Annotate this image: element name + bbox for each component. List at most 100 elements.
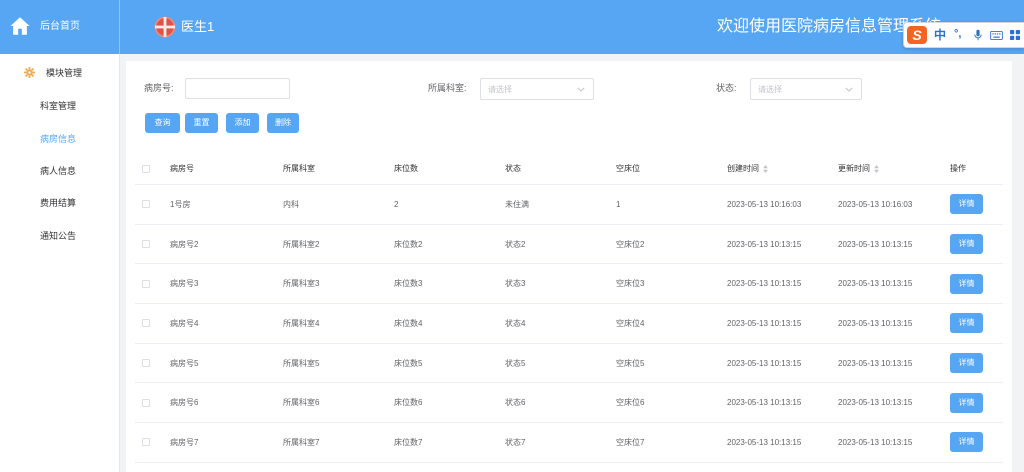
cell-free-beds: 空床位4 — [616, 318, 645, 328]
cell-room-no: 病房号5 — [170, 358, 199, 368]
cell-updated-time: 2023-05-13 10:13:15 — [838, 239, 913, 249]
delete-button[interactable]: 删除 — [267, 113, 299, 133]
cell-updated-time: 2023-05-13 10:13:15 — [838, 318, 913, 328]
reset-button[interactable]: 重置 — [185, 113, 218, 133]
cell-status: 状态4 — [505, 318, 526, 328]
table-row: 病房号2 所属科室2 床位数2 状态2 空床位2 2023-05-13 10:13:15 2… — [135, 225, 1003, 265]
action-cell: 详情 — [942, 344, 1003, 383]
sidebar-item-department[interactable]: 科室管理 — [0, 94, 119, 118]
cell-bed-count: 床位数5 — [394, 358, 423, 368]
search-button[interactable]: 查询 — [145, 113, 180, 133]
detail-button[interactable]: 详情 — [950, 353, 983, 374]
ime-punctuation-toggle[interactable]: °, — [954, 27, 961, 41]
sort-icon[interactable] — [763, 164, 768, 173]
checkbox-cell — [135, 304, 163, 343]
cell-room-no: 病房号2 — [170, 239, 199, 249]
cell-bed-count: 2 — [394, 199, 399, 209]
column-header-label: 床位数 — [394, 164, 418, 173]
checkbox-cell — [135, 185, 163, 224]
row-checkbox[interactable] — [142, 240, 150, 249]
cell-department: 所属科室4 — [283, 318, 320, 328]
cell-created-time: 2023-05-13 10:13:15 — [727, 279, 802, 289]
cell-created-time: 2023-05-13 10:13:15 — [727, 358, 802, 368]
cell-room-no: 病房号7 — [170, 437, 199, 447]
table-row: 1号房 内科 2 未住满 1 2023-05-13 10:16:03 2023-05-13 … — [135, 185, 1003, 225]
cell-updated-time: 2023-05-13 10:16:03 — [838, 199, 913, 209]
sort-icon[interactable] — [874, 164, 879, 173]
sidebar-item-ward-info[interactable]: 病房信息 — [0, 127, 119, 151]
table-row: 病房号4 所属科室4 床位数4 状态4 空床位4 2023-05-13 10:13:15 2… — [135, 304, 1003, 344]
cell-free-beds: 空床位3 — [616, 279, 645, 289]
user-name: 医生1 — [181, 19, 215, 34]
column-header-updated-time[interactable]: 更新时间 — [831, 153, 942, 184]
cell-updated-time: 2023-05-13 10:13:15 — [838, 398, 913, 408]
add-button[interactable]: 添加 — [226, 113, 259, 133]
column-header-label: 更新时间 — [838, 164, 870, 173]
column-header-created-time[interactable]: 创建时间 — [720, 153, 831, 184]
row-checkbox[interactable] — [142, 279, 150, 288]
column-header-room-no: 病房号 — [163, 153, 276, 184]
cell-created-time: 2023-05-13 10:16:03 — [727, 199, 802, 209]
cell-department: 所属科室7 — [283, 437, 320, 447]
sidebar-item-label: 通知公告 — [40, 231, 77, 241]
sidebar-item-notice[interactable]: 通知公告 — [0, 224, 119, 248]
room-no-label: 病房号: — [144, 83, 174, 93]
column-header-bed-count: 床位数 — [387, 153, 498, 184]
sidebar-item-billing[interactable]: 费用结算 — [0, 191, 119, 215]
ime-toolbar[interactable]: S 中 °, — [903, 22, 1024, 48]
detail-button[interactable]: 详情 — [950, 273, 983, 294]
detail-button[interactable]: 详情 — [950, 234, 983, 255]
cell-free-beds: 空床位7 — [616, 437, 645, 447]
checkbox-cell — [135, 264, 163, 303]
sidebar-group-label: 模块管理 — [46, 68, 83, 78]
sidebar: 模块管理 科室管理 病房信息 病人信息 费用结算 通知公告 — [0, 54, 120, 472]
checkbox-cell — [135, 383, 163, 422]
cell-room-no: 病房号6 — [170, 398, 199, 408]
sidebar-item-patient-info[interactable]: 病人信息 — [0, 159, 119, 183]
home-link-label: 后台首页 — [40, 21, 80, 32]
cell-updated-time: 2023-05-13 10:13:15 — [838, 279, 913, 289]
row-checkbox[interactable] — [142, 398, 150, 407]
status-select[interactable]: 请选择 — [750, 78, 862, 100]
checkbox-cell — [135, 225, 163, 264]
column-header-label: 所属科室 — [283, 164, 315, 173]
row-checkbox[interactable] — [142, 359, 150, 368]
row-checkbox[interactable] — [142, 438, 150, 447]
gear-icon — [24, 67, 35, 78]
sogou-logo-icon[interactable]: S — [907, 26, 927, 44]
cell-department: 所属科室3 — [283, 279, 320, 289]
action-cell: 详情 — [942, 185, 1003, 224]
cell-department: 所属科室2 — [283, 239, 320, 249]
chevron-down-icon — [845, 87, 853, 92]
ime-language-toggle[interactable]: 中 — [934, 28, 946, 42]
sidebar-item-label: 科室管理 — [40, 101, 77, 111]
cell-status: 状态7 — [505, 437, 526, 447]
cell-free-beds: 空床位2 — [616, 239, 645, 249]
home-icon — [9, 15, 31, 37]
cell-updated-time: 2023-05-13 10:13:15 — [838, 358, 913, 368]
row-checkbox[interactable] — [142, 319, 150, 328]
cell-status: 状态3 — [505, 279, 526, 289]
microphone-icon[interactable] — [974, 29, 982, 41]
detail-button[interactable]: 详情 — [950, 194, 983, 215]
keyboard-icon[interactable] — [990, 31, 1003, 40]
row-checkbox[interactable] — [142, 200, 150, 209]
column-header-label: 创建时间 — [727, 164, 759, 173]
detail-button[interactable]: 详情 — [950, 313, 983, 334]
detail-button[interactable]: 详情 — [950, 392, 983, 413]
cell-free-beds: 空床位5 — [616, 358, 645, 368]
department-label: 所属科室: — [428, 83, 467, 93]
cell-status: 状态5 — [505, 358, 526, 368]
toolbox-icon[interactable] — [1010, 30, 1020, 40]
action-cell: 详情 — [942, 423, 1003, 462]
cell-created-time: 2023-05-13 10:13:15 — [727, 239, 802, 249]
detail-button[interactable]: 详情 — [950, 432, 983, 453]
home-link[interactable]: 后台首页 — [0, 0, 120, 54]
department-select[interactable]: 请选择 — [480, 78, 594, 100]
cell-created-time: 2023-05-13 10:13:15 — [727, 437, 802, 447]
cell-status: 未住满 — [505, 199, 529, 209]
room-no-input[interactable] — [185, 78, 290, 99]
sidebar-group-module-management[interactable]: 模块管理 — [0, 63, 119, 83]
column-header-department: 所属科室 — [276, 153, 387, 184]
select-all-checkbox[interactable] — [142, 164, 150, 173]
